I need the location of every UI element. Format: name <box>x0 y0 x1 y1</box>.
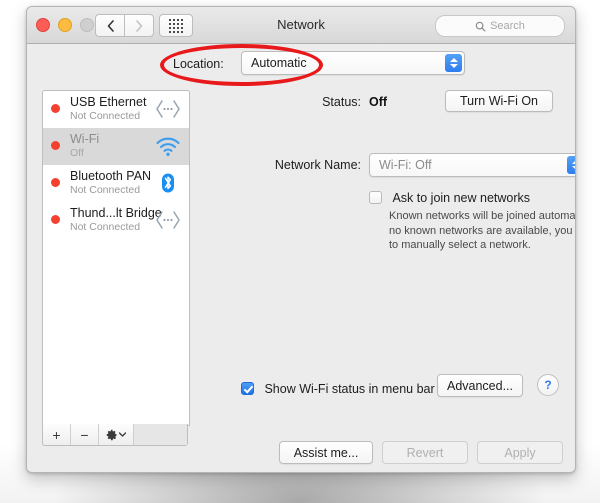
network-services-list[interactable]: USB Ethernet Not Connected Wi-Fi Off Blu… <box>42 90 190 426</box>
assist-me-button[interactable]: Assist me... <box>279 441 373 464</box>
wifi-icon <box>156 137 180 156</box>
show-wifi-status-checkbox[interactable] <box>241 382 254 395</box>
status-dot <box>51 141 60 150</box>
ethernet-icon <box>156 100 180 118</box>
network-name-label: Network Name: <box>274 158 361 172</box>
service-row-thunderbolt-bridge[interactable]: Thund...lt Bridge Not Connected <box>43 202 189 239</box>
network-preferences-window: Network Search Location: Automatic USB E… <box>26 6 576 473</box>
status-label: Status: <box>322 95 361 109</box>
ask-to-join-checkbox-row[interactable]: Ask to join new networks <box>369 189 530 207</box>
network-name-popup-button[interactable]: Wi-Fi: Off <box>369 153 575 177</box>
search-placeholder: Search <box>490 20 525 32</box>
service-row-usb-ethernet[interactable]: USB Ethernet Not Connected <box>43 91 189 128</box>
stepper-icon <box>567 156 575 174</box>
network-name-value: Wi-Fi: Off <box>379 158 432 172</box>
service-row-wi-fi[interactable]: Wi-Fi Off <box>43 128 189 165</box>
advanced-button[interactable]: Advanced... <box>437 374 523 397</box>
location-value: Automatic <box>251 56 307 70</box>
window-titlebar: Network Search <box>27 7 575 44</box>
location-bar: Location: Automatic <box>27 44 575 86</box>
ethernet-icon <box>156 211 180 229</box>
service-row-bluetooth-pan[interactable]: Bluetooth PAN Not Connected <box>43 165 189 202</box>
revert-button: Revert <box>382 441 468 464</box>
preferences-content: USB Ethernet Not Connected Wi-Fi Off Blu… <box>27 86 575 472</box>
status-value: Off <box>369 95 388 109</box>
help-button[interactable]: ? <box>537 374 559 396</box>
apply-button: Apply <box>477 441 563 464</box>
location-label: Location: <box>173 57 224 71</box>
chevron-down-icon <box>119 432 126 437</box>
show-wifi-status-checkbox-row[interactable]: Show Wi-Fi status in menu bar <box>241 380 435 398</box>
ask-to-join-label: Ask to join new networks <box>392 191 531 205</box>
wifi-settings-pane: Status: Off Turn Wi-Fi On Network Name: … <box>203 90 575 472</box>
search-icon <box>475 21 486 31</box>
status-dot <box>51 178 60 187</box>
ask-to-join-checkbox[interactable] <box>369 191 382 204</box>
gear-icon <box>106 429 117 440</box>
window-footer: Assist me... Revert Apply <box>27 441 563 464</box>
location-popup-button[interactable]: Automatic <box>241 51 465 75</box>
show-wifi-status-label: Show Wi-Fi status in menu bar <box>264 382 435 396</box>
turn-wifi-on-button[interactable]: Turn Wi-Fi On <box>445 90 553 112</box>
search-field[interactable]: Search <box>435 15 565 37</box>
bluetooth-icon <box>162 173 174 193</box>
status-dot <box>51 215 60 224</box>
ask-to-join-help-text: Known networks will be joined automatica… <box>389 210 576 251</box>
status-dot <box>51 104 60 113</box>
stepper-icon <box>445 54 462 72</box>
